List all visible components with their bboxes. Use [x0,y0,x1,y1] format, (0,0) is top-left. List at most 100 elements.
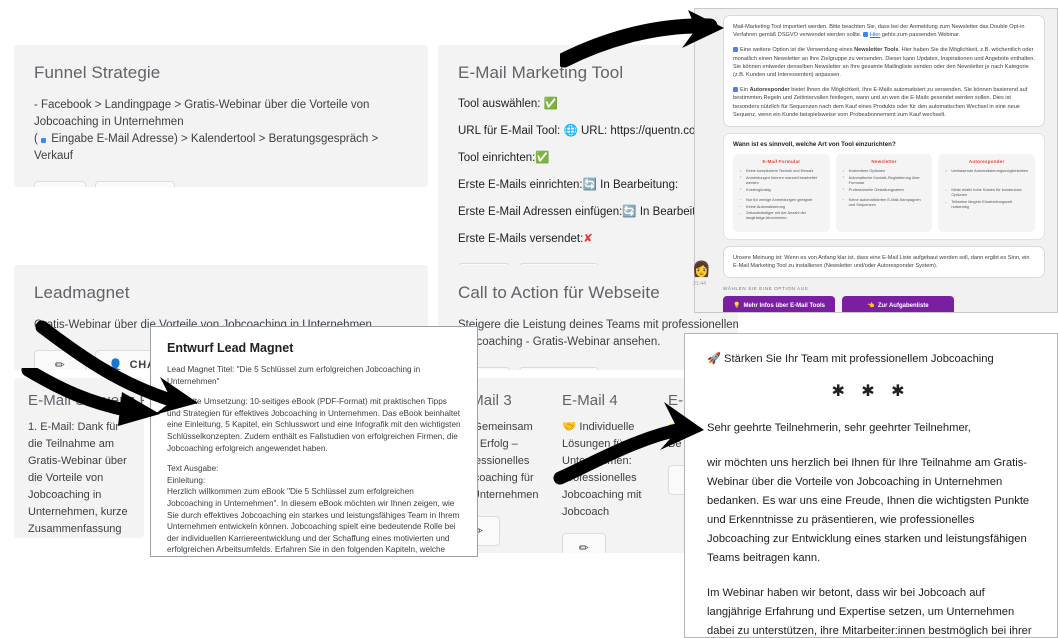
comparison-cons-0: Nur für wenige Anmeldungen geeignet Kein… [738,196,825,221]
option-button-mehr-infos[interactable]: 💡 Mehr Infos über E-Mail Tools [723,296,835,312]
star-icon-email-5: ⭐ [668,421,683,433]
status-label-0: Tool auswählen: [458,98,541,110]
status-text-3: In Bearbeitung: [600,179,679,191]
comparison-cons-1: Keine automatisierten E-Mail-Kampagnen u… [841,196,928,207]
list-item: Meist relativ hohe Kosten für kundenlose… [945,187,1030,198]
popup-para-1: Gewählte Umsetzung: 10-seitiges eBook (P… [167,397,461,453]
mail-preview-panel[interactable]: 🚀 Stärken Sie Ihr Team mit professionell… [684,333,1058,638]
chat-button-funnel[interactable]: 👤CHAT [95,181,176,187]
button-row-call-to-action: ✏ 👤CHAT [458,367,718,370]
comparison-header-1: Newsletter [871,159,897,165]
status-row-erste-emails-einrichten: Erste E-Mails einrichten:🔄 In Bearbeitun… [458,178,718,192]
option-label-1: Zur Aufgabenliste [877,303,929,310]
list-item: Nur für wenige Anmeldungen geeignet [740,196,825,202]
funnel-line-2-pre: ( [34,133,42,145]
recycle-icon-3: 🔄 [582,179,597,191]
globe-icon: 🌐 [563,125,578,137]
status-label-2: Tool einrichten: [458,152,536,164]
popup-subtitle: Lead Magnet Titel: "Die 5 Schlüssel zum … [167,365,421,386]
mail-subject-text: Stärken Sie Ihr Team mit professionellem… [724,353,994,365]
card-email-sequenz-plan[interactable]: E-Mail Sequenz Plan 1. E-Mail: Dank für … [14,378,144,538]
email-5-text: Be [668,438,682,450]
card-email-4[interactable]: E-Mail 4 🤝 Individuelle Lösungen für Ihr… [548,378,666,553]
mail-subject-line: 🚀 Stärken Sie Ihr Team mit professionell… [707,350,1035,369]
bulb-icon: 💡 [732,303,741,310]
comparison-pros-2: Umfassende Automatisierungsmöglichkeiten [943,168,1030,174]
chat-opinion-text: Unsere Meinung ist: Wenn es von Anfang k… [733,254,1030,269]
list-item: Keine Automatisierung [740,203,825,209]
card-title-call-to-action: Call to Action für Webseite [458,283,660,302]
list-item: Keine automatisierten E-Mail-Kampagnen u… [842,196,928,207]
card-email-marketing-tool[interactable]: E-Mail Marketing Tool Tool auswählen: ✅ … [438,45,738,267]
edit-button-leadmagnet[interactable]: ✏ [34,350,86,370]
mail-divider: ✱ ✱ ✱ [831,383,911,400]
card-title-leadmagnet: Leadmagnet [34,283,130,302]
card-title-email-marketing-tool: E-Mail Marketing Tool [458,63,624,82]
chat-para-3-pre: Ein [740,87,750,94]
chat-para-3: Ein Autoresponder bietet Ihnen die Mögli… [733,86,1035,119]
hier-link[interactable]: Hier [870,32,880,38]
popup-title: Entwurf Lead Magnet [167,341,294,355]
pencil-icon: ✏ [54,358,66,370]
chat-para-2-bold: Newsletter Tools [854,47,899,54]
card-funnel-strategie[interactable]: Funnel Strategie - Facebook > Landingpag… [14,45,428,187]
list-item: Kostenfreie Optionen [843,168,928,174]
list-item: Keine komplizierte Technik und Einsatz [740,168,825,174]
funnel-line-2-post: Eingabe E-Mail Adresse) > Kalendertool >… [34,133,379,162]
comparison-pros-0: Keine komplizierte Technik und Einsatz A… [738,168,825,192]
comparison-cons-2: Meist relativ hohe Kosten für kundenlose… [943,187,1030,210]
chat-button-call-to-action[interactable]: 👤CHAT [519,367,600,370]
card-body-email-sequenz: 1. E-Mail: Dank für die Teilnahme am Gra… [28,421,128,535]
comparison-table: Wann ist es sinnvoll, welche Art von Too… [723,133,1045,240]
list-item: Professionelle Gestaltungsarten [843,186,928,192]
card-title-email-4: E-Mail 4 [562,392,618,409]
canvas: Funnel Strategie - Facebook > Landingpag… [0,0,1058,638]
edit-button-email-4[interactable]: ✏ [562,533,606,553]
chat-para-1: Mail-Marketing Tool importiert werden. B… [733,23,1035,39]
status-row-adressen-einfuegen: Erste E-Mail Adressen einfügen:🔄 In Bear… [458,205,718,219]
option-buttons-row: 💡 Mehr Infos über E-Mail Tools 👈 Zur Aufga… [723,296,1045,312]
mail-para-2: Im Webinar haben wir betont, dass wir be… [707,587,1032,637]
popup-para-2: Text Ausgabe: Einleitung: [167,463,461,486]
choose-option-label: WÄHLEN SIE EINE OPTION AUS [723,286,809,292]
recycle-icon-4: 🔄 [622,206,637,218]
card-title-email-sequenz: E-Mail Sequenz Plan [28,392,144,409]
popup-entwurf-lead-magnet[interactable]: Entwurf Lead Magnet Lead Magnet Titel: "… [150,326,478,557]
list-item: Zeitaufwändiger mit der Anzahl der langf… [740,210,825,221]
comparison-title: Wann ist es sinnvoll, welche Art von Too… [733,141,896,149]
chat-panel[interactable]: Mail-Marketing Tool importiert werden. B… [694,8,1058,313]
blue-square-icon [41,137,47,143]
status-row-versendet: Erste E-Mails versendet:✘ [458,232,718,246]
status-row-tool-einrichten: Tool einrichten:✅ [458,151,718,165]
edit-button-funnel[interactable]: ✏ [34,181,86,187]
popup-einleitung-label: Einleitung: [167,475,206,485]
chat-para-3-bold: Autoresponder [749,87,790,94]
comparison-col-autoresponder: Autoresponder Umfassende Automatisierung… [938,154,1036,232]
list-item: Kostengünstig [740,186,825,192]
comparison-pros-1: Kostenfreie Optionen Automatische Kontak… [841,168,928,192]
popup-text-ausgabe-label: Text Ausgabe: [167,464,219,474]
list-item: Teilweise längere Einarbeitungszeit notw… [945,199,1030,210]
chat-para-1-tail: gehts zum passenden Webinar. [881,32,961,39]
comparison-header-2: Autoresponder [968,159,1005,165]
status-label-4: Erste E-Mail Adressen einfügen: [458,206,623,218]
popup-para-3: Herzlich willkommen zum eBook "Die 5 Sch… [167,487,460,555]
status-label-3: Erste E-Mails einrichten: [458,179,583,191]
option-label-0: Mehr Infos über E-Mail Tools [743,303,826,310]
blue-square-icon [733,46,738,52]
chat-message-bubble: Mail-Marketing Tool importiert werden. B… [723,15,1045,128]
person-chat-icon: 👤 [108,358,124,370]
list-item: Automatische Kontakt-Registrierung über … [843,174,928,185]
chat-opinion-bubble: Unsere Meinung ist: Wenn es von Anfang k… [723,245,1045,279]
blue-square-icon [733,86,738,92]
blue-square-icon [862,31,868,37]
card-title-funnel-strategie: Funnel Strategie [34,63,161,82]
comparison-col-newsletter: Newsletter Kostenfreie Optionen Automati… [835,154,933,232]
cross-icon-5: ✘ [583,233,593,245]
chat-para-2-pre: Eine weitere Option ist die Verwendung e… [740,47,855,54]
option-button-aufgabenliste[interactable]: 👈 Zur Aufgabenliste [842,296,954,312]
pencil-icon: ✏ [578,541,590,553]
button-row-email-4: ✏ [562,533,652,553]
status-label-5: Erste E-Mails versendet: [458,233,584,245]
point-left-icon: 👈 [867,303,875,310]
